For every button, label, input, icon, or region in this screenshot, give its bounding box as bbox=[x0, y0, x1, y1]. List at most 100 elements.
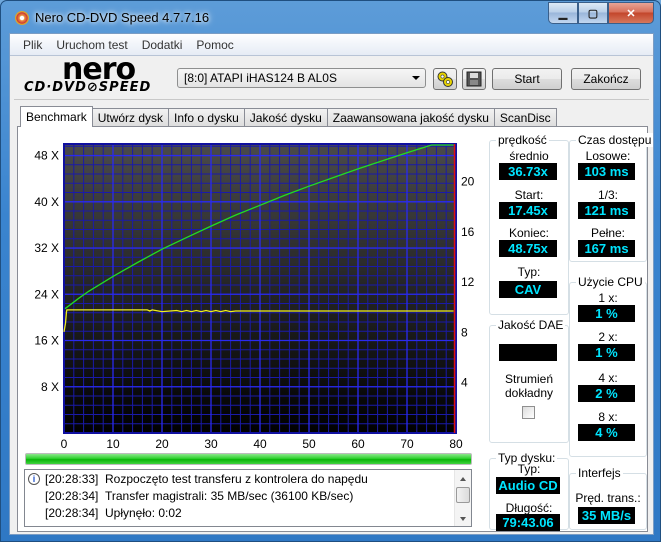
access-time-title: Czas dostępu bbox=[576, 133, 654, 147]
cpu-usage-group: Użycie CPU 1 x: 1 % 2 x: 1 % 4 x: 2 % 8 … bbox=[569, 275, 647, 457]
tab-create-disc[interactable]: Utwórz dysk bbox=[91, 108, 170, 127]
x-tick-label: 60 bbox=[351, 437, 365, 451]
x-tick-label: 70 bbox=[400, 437, 414, 451]
log-scrollbar[interactable] bbox=[454, 470, 471, 526]
log-entry: i [20:28:33] Rozpoczęto test transferu z… bbox=[25, 472, 445, 489]
save-button[interactable] bbox=[462, 68, 486, 90]
menu-uruchom-test[interactable]: Uruchom test bbox=[49, 38, 134, 52]
y-left-tick-label: 24 X bbox=[34, 287, 59, 301]
log-message: Rozpoczęto test transferu z kontrolera d… bbox=[105, 472, 368, 486]
disc-type-label: Typ: bbox=[517, 462, 541, 476]
scroll-down-arrow-icon[interactable] bbox=[460, 517, 466, 521]
scroll-up-arrow-icon[interactable] bbox=[460, 477, 466, 481]
tab-scandisc[interactable]: ScanDisc bbox=[493, 108, 557, 127]
x-tick-label: 0 bbox=[61, 437, 68, 451]
x-tick-label: 50 bbox=[302, 437, 316, 451]
tab-advanced-disc-quality[interactable]: Zaawansowana jakość dysku bbox=[326, 108, 495, 127]
cpu-4x-value: 2 % bbox=[578, 385, 635, 402]
dae-quality-group: Jakość DAE Strumień dokładny bbox=[489, 318, 569, 443]
transfer-rate-label: Pręd. trans.: bbox=[575, 491, 641, 505]
speed-group-title: prędkość bbox=[496, 133, 549, 147]
cpu-4x-label: 4 x: bbox=[598, 371, 618, 385]
speed-avg-value: 36.73x bbox=[499, 163, 557, 180]
progress-bar bbox=[25, 453, 472, 465]
cpu-2x-label: 2 x: bbox=[598, 330, 618, 344]
app-window: Nero CD-DVD Speed 4.7.7.16 ▁ ▢ ✕ Plik Ur… bbox=[0, 0, 661, 542]
interface-group: Interfejs Pręd. trans.: 35 MB/s bbox=[569, 466, 647, 530]
info-icon: i bbox=[28, 473, 40, 485]
y-right-tick-label: 12 bbox=[461, 275, 475, 289]
speed-start-value: 17.45x bbox=[499, 202, 557, 219]
y-right-tick-label: 16 bbox=[461, 225, 475, 239]
logo-cd-dvd-speed-text: CD·DVD⊘SPEED bbox=[24, 80, 152, 95]
drive-select-value: [8:0] ATAPI iHAS124 B AL0S bbox=[184, 71, 337, 85]
log-time: [20:28:33] bbox=[45, 472, 99, 486]
access-random-value: 103 ms bbox=[578, 163, 635, 180]
menu-dodatki[interactable]: Dodatki bbox=[135, 38, 190, 52]
accurate-stream-label: Strumień dokładny bbox=[504, 372, 554, 400]
y-left-tick-label: 48 X bbox=[34, 149, 59, 163]
speed-end-label: Koniec: bbox=[508, 226, 550, 240]
disc-length-label: Długość: bbox=[505, 501, 553, 515]
maximize-button[interactable]: ▢ bbox=[578, 2, 608, 24]
log-entry: [20:28:34] Transfer magistrali: 35 MB/se… bbox=[25, 489, 445, 506]
y-right-tick-label: 4 bbox=[461, 376, 468, 390]
y-left-tick-label: 8 X bbox=[41, 380, 59, 394]
floppy-disk-icon bbox=[466, 71, 482, 87]
client-area: Plik Uruchom test Dodatki Pomoc nero CD·… bbox=[9, 33, 654, 535]
cpu-8x-value: 4 % bbox=[578, 424, 635, 441]
x-tick-label: 80 bbox=[449, 437, 463, 451]
close-button[interactable]: ✕ bbox=[608, 2, 654, 24]
y-left-tick-label: 16 X bbox=[34, 334, 59, 348]
interface-title: Interfejs bbox=[576, 466, 623, 480]
log-message: Transfer magistrali: 35 MB/sec (36100 KB… bbox=[105, 489, 354, 503]
toolbar-separator bbox=[14, 99, 649, 100]
speed-type-value: CAV bbox=[499, 281, 557, 298]
cpu-2x-value: 1 % bbox=[578, 344, 635, 361]
start-button[interactable]: Start bbox=[492, 68, 562, 90]
benchmark-chart: 0 10 20 30 40 50 60 70 80 8 X 16 X 24 X 32 X 40 X 48 X… bbox=[34, 143, 475, 451]
access-time-group: Czas dostępu Losowe: 103 ms 1/3: 121 ms … bbox=[569, 133, 654, 262]
x-tick-label: 30 bbox=[204, 437, 218, 451]
speed-avg-label: średnio bbox=[509, 149, 549, 163]
disc-length-value: 79:43.06 bbox=[496, 514, 560, 531]
minimize-button[interactable]: ▁ bbox=[548, 2, 578, 24]
cpu-1x-value: 1 % bbox=[578, 305, 635, 322]
speed-start-label: Start: bbox=[514, 188, 544, 202]
transfer-rate-value: 35 MB/s bbox=[578, 507, 635, 524]
dae-quality-title: Jakość DAE bbox=[496, 318, 566, 332]
access-full-label: Pełne: bbox=[590, 226, 626, 240]
x-tick-label: 40 bbox=[253, 437, 267, 451]
cpu-1x-label: 1 x: bbox=[598, 291, 618, 305]
log-message: Upłynęło: 0:02 bbox=[105, 506, 182, 520]
speed-group: prędkość średnio 36.73x Start: 17.45x Ko… bbox=[489, 133, 569, 315]
y-left-tick-label: 32 X bbox=[34, 241, 59, 255]
disc-type-group: Typ dysku: Typ: Audio CD Długość: 79:43.… bbox=[489, 451, 569, 531]
speed-end-value: 48.75x bbox=[499, 240, 557, 257]
tab-disc-quality[interactable]: Jakość dysku bbox=[243, 108, 328, 127]
exit-button[interactable]: Zakończ bbox=[571, 68, 641, 90]
window-title: Nero CD-DVD Speed 4.7.7.16 bbox=[35, 10, 210, 25]
log-list[interactable]: i [20:28:33] Rozpoczęto test transferu z… bbox=[24, 469, 472, 527]
settings-button[interactable] bbox=[433, 68, 457, 90]
dae-quality-value bbox=[499, 344, 557, 361]
access-random-label: Losowe: bbox=[585, 149, 631, 163]
scrollbar-thumb[interactable] bbox=[456, 487, 470, 503]
y-right-tick-label: 8 bbox=[461, 325, 468, 339]
cpu-8x-label: 8 x: bbox=[598, 410, 618, 424]
menu-pomoc[interactable]: Pomoc bbox=[189, 38, 240, 52]
x-tick-label: 10 bbox=[106, 437, 120, 451]
tab-disc-info[interactable]: Info o dysku bbox=[168, 108, 245, 127]
x-tick-label: 20 bbox=[155, 437, 169, 451]
menu-plik[interactable]: Plik bbox=[16, 38, 49, 52]
access-third-value: 121 ms bbox=[578, 202, 635, 219]
tab-benchmark[interactable]: Benchmark bbox=[20, 106, 93, 127]
log-time: [20:28:34] bbox=[45, 489, 99, 503]
title-bar[interactable]: Nero CD-DVD Speed 4.7.7.16 ▁ ▢ ✕ bbox=[1, 1, 660, 33]
gears-icon bbox=[437, 71, 453, 87]
nero-app-icon bbox=[15, 11, 29, 25]
drive-select[interactable]: [8:0] ATAPI iHAS124 B AL0S bbox=[177, 68, 426, 88]
accurate-stream-checkbox[interactable] bbox=[522, 406, 535, 419]
nero-logo: nero CD·DVD⊘SPEED bbox=[24, 52, 174, 98]
benchmark-panel: 0 10 20 30 40 50 60 70 80 8 X 16 X 24 X 32 X 40 X 48 X… bbox=[17, 126, 654, 532]
